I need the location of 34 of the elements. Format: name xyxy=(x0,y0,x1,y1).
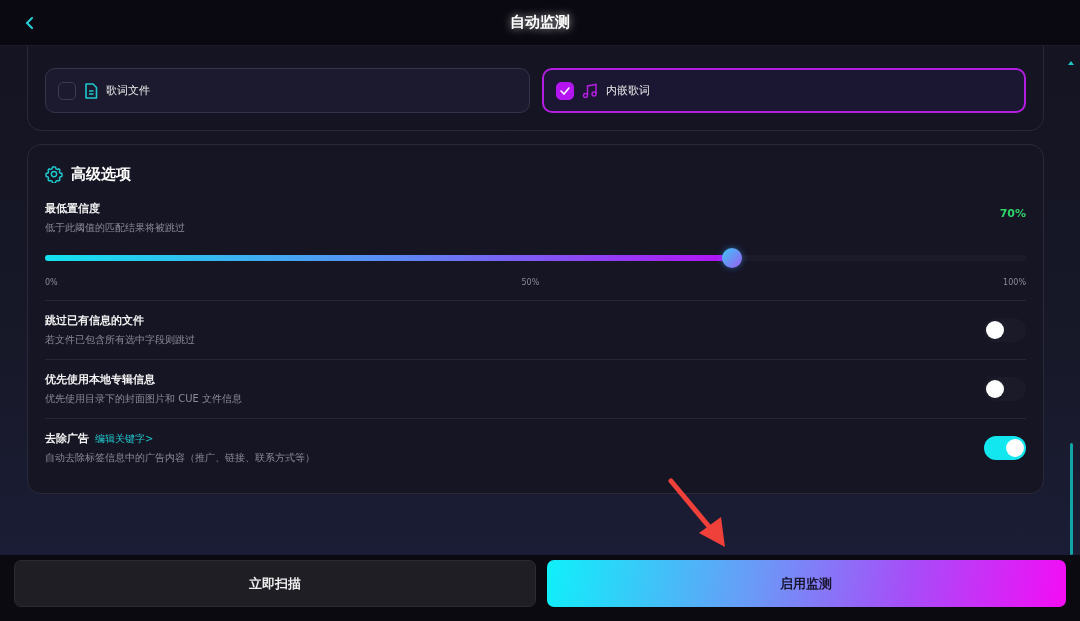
checkbox[interactable] xyxy=(555,81,574,100)
toggle-switch[interactable] xyxy=(984,318,1026,342)
check-icon xyxy=(559,86,570,95)
setting-label: 去除广告 xyxy=(45,431,89,446)
slider-thumb[interactable] xyxy=(721,248,742,268)
option-label: 内嵌歌词 xyxy=(605,83,650,98)
option-card[interactable]: 内嵌歌词 xyxy=(541,68,1026,113)
slider-tick-label: 50% xyxy=(521,278,540,287)
option-label: 歌词文件 xyxy=(106,83,150,98)
slider-tick-label: 100% xyxy=(1003,278,1026,287)
checkbox[interactable] xyxy=(58,81,76,100)
scrollbar-thumb[interactable] xyxy=(1070,443,1073,555)
document-icon xyxy=(84,82,98,99)
setting-label: 最低置信度 xyxy=(45,201,101,216)
edit-keywords-link[interactable]: 编辑关键字> xyxy=(95,431,154,446)
enable-button[interactable]: 启用监测 xyxy=(546,560,1066,607)
toggle-switch[interactable] xyxy=(984,377,1026,401)
toggle-switch[interactable] xyxy=(984,436,1026,460)
setting-description: 低于此阈值的匹配结果将被跳过 xyxy=(45,221,186,235)
slider-value: 70% xyxy=(999,207,1026,220)
page-title: 自动监测 xyxy=(510,13,570,32)
slider-tick-label: 0% xyxy=(45,278,58,287)
settings-icon xyxy=(45,165,63,183)
music-note-icon xyxy=(581,82,598,99)
back-icon[interactable] xyxy=(24,16,36,30)
setting-label: 跳过已有信息的文件 xyxy=(45,313,144,328)
setting-label: 优先使用本地专辑信息 xyxy=(45,372,155,387)
setting-description: 优先使用目录下的封面图片和 CUE 文件信息 xyxy=(45,392,243,406)
scan-button[interactable]: 立即扫描 xyxy=(14,560,536,607)
option-card[interactable]: 歌词文件 xyxy=(45,68,530,113)
scroll-up-icon[interactable] xyxy=(1067,60,1075,66)
setting-description: 自动去除标签信息中的广告内容（推广、链接、联系方式等） xyxy=(45,451,316,465)
section-title: 高级选项 xyxy=(71,164,131,184)
setting-description: 若文件已包含所有选中字段则跳过 xyxy=(45,333,196,347)
